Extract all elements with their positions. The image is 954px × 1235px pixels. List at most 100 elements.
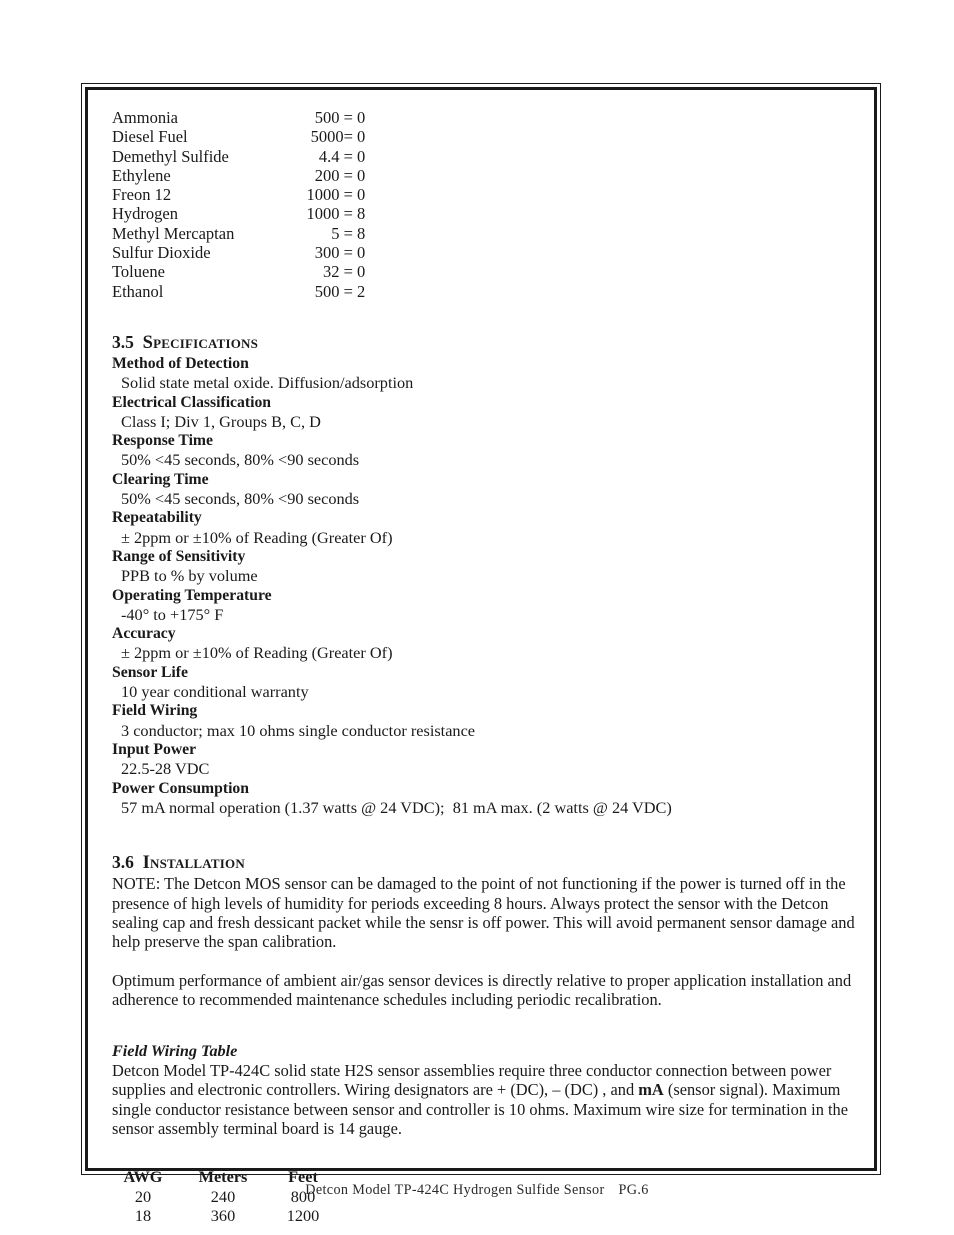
- section-heading-installation: 3.6 Installation: [112, 851, 864, 874]
- gas-concentration-value: 500: [314, 281, 340, 301]
- spec-value: ± 2ppm or ±10% of Reading (Greater Of): [121, 527, 393, 547]
- spec-label: Power Consumption: [112, 779, 249, 797]
- specifications-list: Method of Detection Solid state metal oxi…: [112, 354, 864, 817]
- list-item: Diesel Fuel 5000= 0: [112, 127, 864, 146]
- gas-concentration: 300 =: [282, 243, 357, 262]
- spec-label: Field Wiring: [112, 702, 198, 720]
- gas-concentration: 5 =: [282, 224, 357, 243]
- gas-concentration-value: 1000: [306, 185, 340, 205]
- spec-label: Repeatability: [112, 509, 202, 527]
- spec-value: ± 2ppm or ±10% of Reading (Greater Of): [121, 643, 393, 663]
- spec-value: 3 conductor; max 10 ohms single conducto…: [121, 720, 476, 740]
- spec-label: Method of Detection: [112, 354, 249, 372]
- list-item: Freon 12 1000 = 0: [112, 185, 864, 204]
- gas-separator: =: [339, 204, 357, 224]
- gas-concentration: 4.4 =: [282, 147, 357, 166]
- spec-label: Input Power: [112, 740, 197, 758]
- gas-separator: =: [339, 185, 357, 205]
- gas-separator: =: [339, 108, 357, 127]
- list-item: Sulfur Dioxide 300 = 0: [112, 243, 864, 262]
- section-number-installation: 3.6: [112, 852, 134, 873]
- spec-value: Class I; Div 1, Groups B, C, D: [121, 411, 321, 431]
- gas-name: Ethanol: [112, 281, 164, 301]
- gas-separator: =: [339, 146, 357, 166]
- list-item: Demethyl Sulfide 4.4 = 0: [112, 147, 864, 166]
- gas-concentration: 500 =: [282, 282, 357, 301]
- gas-name: Methyl Mercaptan: [112, 223, 235, 243]
- gas-concentration: 1000 =: [282, 204, 357, 223]
- gas-response: 2: [357, 281, 366, 301]
- section-title-specifications: Specifications: [142, 332, 259, 353]
- spec-label: Sensor Life: [112, 663, 188, 681]
- gas-name: Demethyl Sulfide: [112, 146, 229, 166]
- table-row: 18 360 1200: [115, 1206, 345, 1226]
- gas-concentration-value: 200: [314, 165, 340, 185]
- gas-concentration: 5000=: [282, 127, 357, 146]
- gas-name: Freon 12: [112, 185, 172, 205]
- gas-name: Sulfur Dioxide: [112, 243, 211, 263]
- gas-concentration-value: 32: [322, 262, 340, 282]
- gas-concentration: 32 =: [282, 262, 357, 281]
- field-wiring-designator-ma: mA: [638, 1080, 664, 1100]
- spec-value: 57 mA normal operation (1.37 watts @ 24 …: [121, 797, 672, 817]
- list-item: Toluene 32 = 0: [112, 262, 864, 281]
- installation-note-paragraph: NOTE: The Detcon MOS sensor can be damag…: [112, 874, 855, 952]
- spec-value: 10 year conditional warranty: [121, 682, 309, 702]
- table-cell: 360: [210, 1206, 236, 1226]
- gas-name: Diesel Fuel: [112, 127, 188, 147]
- gas-separator: =: [339, 243, 357, 263]
- spec-label: Electrical Classification: [112, 393, 272, 411]
- page-footer: Detcon Model TP-424C Hydrogen Sulfide Se…: [0, 1182, 954, 1199]
- spec-label: Clearing Time: [112, 470, 209, 488]
- page-content: Ammonia 500 = 0 Diesel Fuel 5000= 0 Demethyl…: [112, 108, 864, 1226]
- gas-concentration: 500 =: [282, 108, 357, 127]
- gas-response: 0: [357, 146, 366, 166]
- gas-separator: =: [339, 223, 357, 243]
- list-item: Ethylene 200 = 0: [112, 166, 864, 185]
- spec-label: Accuracy: [112, 625, 176, 643]
- gas-response: 0: [357, 243, 366, 263]
- list-item: Ethanol 500 = 2: [112, 282, 864, 301]
- gas-response: 0: [357, 108, 366, 127]
- gas-separator: =: [343, 127, 357, 147]
- section-title-installation: Installation: [142, 853, 245, 874]
- spec-value: 50% <45 seconds, 80% <90 seconds: [121, 489, 360, 509]
- gas-response: 0: [357, 165, 366, 185]
- spec-value: Solid state metal oxide. Diffusion/adsor…: [121, 373, 414, 393]
- spec-value: 22.5-28 VDC: [121, 759, 210, 779]
- table-cell: 1200: [286, 1206, 320, 1226]
- spec-label: Response Time: [112, 432, 213, 450]
- section-number-specifications: 3.5: [112, 331, 134, 352]
- gas-response: 0: [357, 262, 366, 282]
- footer-document-title: Detcon Model TP-424C Hydrogen Sulfide Se…: [305, 1182, 605, 1198]
- table-cell: 18: [134, 1206, 152, 1226]
- spec-label: Range of Sensitivity: [112, 547, 246, 565]
- gas-name: Hydrogen: [112, 204, 178, 224]
- gas-response: 0: [357, 127, 366, 147]
- spec-label: Operating Temperature: [112, 586, 272, 604]
- spec-value: 50% <45 seconds, 80% <90 seconds: [121, 450, 360, 470]
- section-heading-specifications: 3.5 Specifications: [112, 331, 864, 354]
- list-item: Methyl Mercaptan 5 = 8: [112, 224, 864, 243]
- gas-response: 8: [357, 204, 366, 224]
- list-item: Ammonia 500 = 0: [112, 108, 864, 127]
- gas-concentration-value: 1000: [306, 204, 340, 224]
- spec-value: -40° to +175° F: [121, 604, 224, 624]
- list-item: Hydrogen 1000 = 8: [112, 204, 864, 223]
- gas-concentration-value: 300: [314, 243, 340, 263]
- field-wiring-paragraph: Detcon Model TP-424C solid state H2S sen…: [112, 1061, 864, 1139]
- cross-sensitivity-list: Ammonia 500 = 0 Diesel Fuel 5000= 0 Demethyl…: [112, 108, 864, 301]
- gas-response: 8: [357, 223, 366, 243]
- gas-concentration-value: 5000: [310, 127, 344, 147]
- gas-separator: =: [339, 281, 357, 301]
- gas-concentration: 1000 =: [282, 185, 357, 204]
- gas-concentration: 200 =: [282, 166, 357, 185]
- gas-response: 0: [357, 185, 366, 205]
- gas-concentration-value: 4.4: [318, 146, 340, 166]
- footer-page-number: PG.6: [618, 1182, 649, 1198]
- spec-value: PPB to % by volume: [121, 566, 258, 586]
- gas-separator: =: [339, 165, 357, 185]
- gas-name: Ethylene: [112, 165, 171, 185]
- gas-name: Ammonia: [112, 108, 178, 127]
- gas-separator: =: [339, 262, 357, 282]
